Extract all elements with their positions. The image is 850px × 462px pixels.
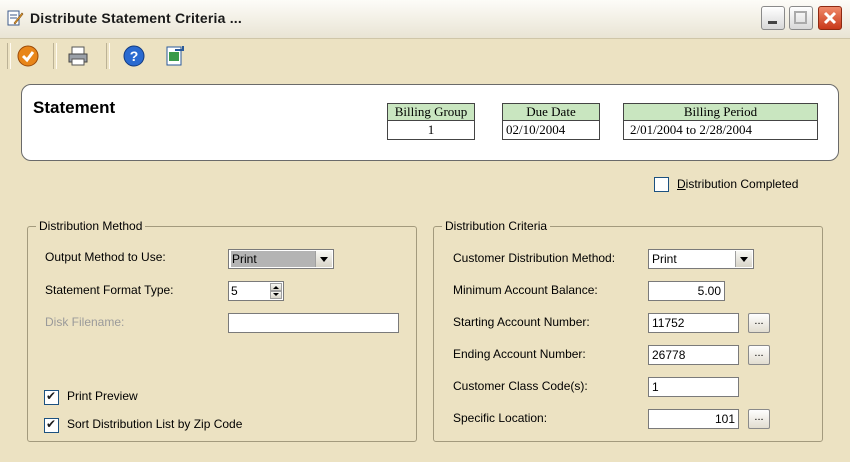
- customer-method-value: Print: [652, 252, 677, 266]
- minimize-button[interactable]: [761, 6, 785, 30]
- start-account-label: Starting Account Number:: [453, 315, 590, 329]
- toolbar-separator: [53, 43, 57, 69]
- location-lookup-button[interactable]: ...: [748, 409, 770, 429]
- edit-document-icon: [7, 10, 24, 26]
- class-code-label: Customer Class Code(s):: [453, 379, 588, 393]
- min-balance-field[interactable]: 5.00: [648, 281, 725, 301]
- min-balance-label: Minimum Account Balance:: [453, 283, 598, 297]
- start-account-lookup-button[interactable]: ...: [748, 313, 770, 333]
- end-account-field[interactable]: 26778: [648, 345, 739, 365]
- distribution-completed-label[interactable]: Distribution Completed: [677, 177, 798, 191]
- billing-group-box: Billing Group 1: [387, 103, 475, 140]
- customer-method-label: Customer Distribution Method:: [453, 251, 616, 265]
- print-button[interactable]: [66, 44, 90, 68]
- help-icon: ?: [123, 45, 145, 67]
- end-account-lookup-button[interactable]: ...: [748, 345, 770, 365]
- toolbar: ?: [0, 39, 850, 73]
- sort-zip-checkbox[interactable]: [44, 417, 59, 433]
- format-type-stepper[interactable]: 5: [228, 281, 284, 301]
- distribution-criteria-title: Distribution Criteria: [442, 219, 551, 233]
- toolbar-separator: [7, 43, 11, 69]
- due-date-box: Due Date 02/10/2004: [502, 103, 600, 140]
- svg-text:?: ?: [130, 48, 139, 64]
- start-account-field[interactable]: 11752: [648, 313, 739, 333]
- sort-zip-label[interactable]: Sort Distribution List by Zip Code: [67, 417, 242, 431]
- location-field[interactable]: 101: [648, 409, 739, 429]
- statement-header-panel: Statement Billing Group 1 Due Date 02/10…: [21, 84, 839, 161]
- export-button[interactable]: [163, 44, 187, 68]
- format-type-label: Statement Format Type:: [45, 283, 174, 297]
- disk-filename-label: Disk Filename:: [45, 315, 125, 329]
- output-method-select[interactable]: Print: [228, 249, 334, 269]
- billing-group-label: Billing Group: [388, 104, 474, 121]
- close-button[interactable]: [818, 6, 842, 30]
- print-preview-label[interactable]: Print Preview: [67, 389, 138, 403]
- statement-title: Statement: [33, 98, 116, 117]
- due-date-value: 02/10/2004: [506, 122, 566, 137]
- minimize-icon: [768, 21, 777, 24]
- stepper-buttons: [270, 283, 282, 299]
- print-preview-checkbox[interactable]: [44, 389, 59, 405]
- class-code-field[interactable]: 1: [648, 377, 739, 397]
- printer-icon: [68, 46, 88, 66]
- toolbar-separator: [106, 43, 110, 69]
- disk-filename-field[interactable]: [228, 313, 399, 333]
- end-account-label: Ending Account Number:: [453, 347, 586, 361]
- output-method-label: Output Method to Use:: [45, 250, 166, 264]
- maximize-icon: [794, 11, 807, 24]
- chevron-down-icon[interactable]: [735, 251, 752, 267]
- distribution-completed-checkbox[interactable]: [654, 177, 669, 192]
- billing-period-label: Billing Period: [624, 104, 817, 121]
- help-button[interactable]: ?: [122, 44, 146, 68]
- customer-method-select[interactable]: Print: [648, 249, 754, 269]
- title-bar: Distribute Statement Criteria ...: [0, 0, 850, 39]
- window-title: Distribute Statement Criteria ...: [30, 10, 242, 26]
- accept-button[interactable]: [16, 44, 40, 68]
- accept-icon: [17, 45, 39, 67]
- stepper-up-icon[interactable]: [270, 283, 282, 291]
- output-method-value: Print: [231, 251, 315, 267]
- due-date-label: Due Date: [503, 104, 599, 121]
- format-type-value: 5: [231, 284, 238, 298]
- billing-group-value: 1: [427, 122, 435, 137]
- billing-period-value: 2/01/2004 to 2/28/2004: [630, 122, 753, 137]
- close-icon: [823, 11, 837, 25]
- distribution-method-title: Distribution Method: [36, 219, 146, 233]
- export-icon: [166, 46, 184, 66]
- stepper-down-icon[interactable]: [270, 291, 282, 299]
- location-label: Specific Location:: [453, 411, 548, 425]
- chevron-down-icon[interactable]: [315, 251, 332, 267]
- maximize-button[interactable]: [789, 6, 813, 30]
- billing-period-box: Billing Period 2/01/2004 to 2/28/2004: [623, 103, 818, 140]
